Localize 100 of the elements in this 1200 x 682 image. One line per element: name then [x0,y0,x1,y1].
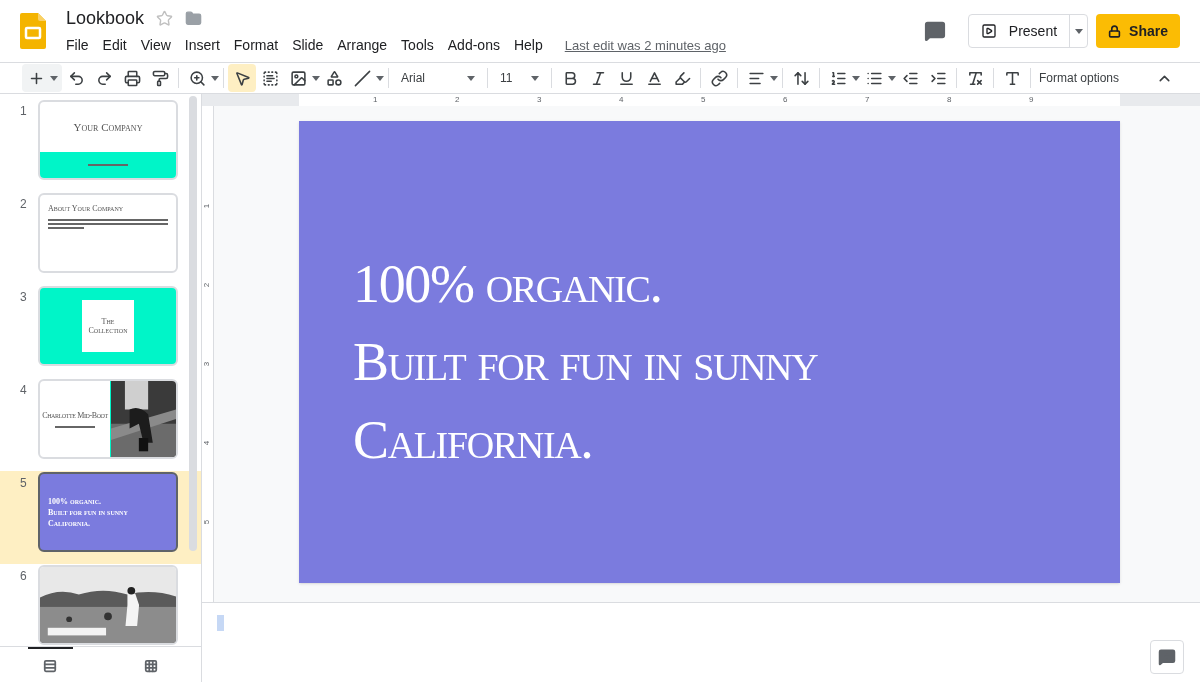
menu-item[interactable]: Format [227,34,285,57]
format-options-button[interactable]: Format options [1035,69,1124,87]
menu-item[interactable]: Arrange [331,34,394,57]
line-icon [353,69,371,87]
slide-text-line: California. [353,409,594,472]
caret-icon[interactable] [376,75,384,81]
slide-thumbnail[interactable]: The Collection [38,286,178,366]
caret-icon[interactable] [211,75,219,81]
slide-title: About Your Company [48,203,125,215]
font-dropdown[interactable]: Arial [393,69,483,87]
filmstrip-icon [43,658,58,673]
slide-title: Charlotte Mid-Boot [42,410,108,422]
text-color-icon [645,69,663,87]
ruler-number: 1 [203,203,212,209]
ruler-number: 3 [537,96,543,104]
ruler-number: 1 [373,96,379,104]
font-size-dropdown[interactable]: 11 [492,69,547,87]
slide-list-item[interactable]: 1 Your Company [0,99,201,192]
slide-number: 2 [20,196,28,213]
slide-text-line: 100% organic. [48,495,102,507]
menu-item[interactable]: Add-ons [441,34,506,57]
notes-field[interactable] [217,615,224,631]
document-title[interactable]: Lookbook [66,5,145,32]
slide-list-item[interactable]: 2 About Your Company [0,192,201,285]
slide-number: 5 [20,475,28,492]
slide-text-line: 100% organic. [353,253,663,316]
caret-icon[interactable] [770,75,778,81]
slide-list-item[interactable]: 5 100% organic. Built for fun in sunny California. [0,471,201,564]
ruler-number: 3 [203,361,212,367]
ruler-number: 5 [701,96,707,104]
paint-format-icon [151,69,169,87]
numbered-list-icon [829,69,847,87]
lock-icon [1108,24,1122,38]
redo-icon [95,69,113,87]
ruler-number: 7 [865,96,871,104]
slide-title: Your Company [73,119,143,135]
zoom-icon [188,69,206,87]
slide-thumbnail[interactable]: Your Company [38,100,178,180]
caret-icon[interactable] [312,75,320,81]
text-lines-icon [88,164,128,166]
ruler-number: 4 [619,96,625,104]
print-icon [123,69,141,87]
slide-list-item[interactable]: 6 [0,564,201,646]
caret-icon[interactable] [852,75,860,81]
slide-text-line: Built for fun in sunny [353,331,819,394]
slide-text-line: California. [48,517,92,529]
folder-icon[interactable] [185,10,203,27]
slide-thumbnail[interactable]: About Your Company [38,193,178,273]
explore-button[interactable] [1150,640,1184,674]
text-box-icon [261,69,279,87]
menu-item[interactable]: File [60,34,95,57]
ruler-number: 9 [1029,96,1035,104]
slide-thumbnail[interactable]: Charlotte Mid-Boot [38,379,178,459]
slide-number: 1 [20,103,28,120]
ruler-number: 8 [947,96,953,104]
slide-number: 6 [20,568,28,585]
comments-icon[interactable] [923,20,946,42]
ruler-number: 4 [203,440,212,446]
highlight-icon [673,69,691,87]
menu-item[interactable]: View [134,34,177,57]
caret-icon[interactable] [888,75,896,81]
caret-icon[interactable] [467,75,475,81]
slide-number: 4 [20,382,28,399]
slide-title: The Collection [87,317,129,335]
undo-icon [67,69,85,87]
menu-item[interactable]: Edit [96,34,133,57]
caret-icon[interactable] [531,75,539,81]
ruler-number: 2 [455,96,461,104]
image-icon [289,69,307,87]
underline-icon [617,69,635,87]
line-spacing-icon [792,69,810,87]
shape-icon [325,69,343,87]
slide-text-line: Built for fun in sunny [48,506,129,518]
present-button[interactable]: Present [968,15,1070,47]
menu-item[interactable]: Insert [178,34,226,57]
ruler-number: 2 [203,282,212,288]
grid-icon [143,658,158,673]
explore-icon [1158,648,1176,666]
slide-list-item[interactable]: 4 Charlotte Mid-Boot [0,378,201,471]
text-lines-icon [55,426,95,428]
slide-canvas[interactable]: 100% organic. Built for fun in sunny California. [299,121,1120,583]
star-icon[interactable] [156,10,174,27]
ruler-number: 6 [783,96,789,104]
clear-formatting-icon [966,69,984,87]
slide-number: 3 [20,289,28,306]
caret-icon[interactable] [1074,28,1083,34]
scrollbar[interactable] [189,96,197,551]
menu-item[interactable]: Help [507,34,549,57]
play-icon [980,23,997,39]
caret-icon[interactable] [50,75,58,81]
last-edit-link[interactable]: Last edit was 2 minutes ago [564,35,726,56]
ruler-number: 5 [203,519,212,525]
link-icon [710,69,728,87]
share-button[interactable]: Share [1096,14,1180,48]
text-style-icon [1003,69,1021,87]
slide-list-item[interactable]: 3 The Collection [0,285,201,378]
select-tool-button[interactable] [228,64,256,92]
menu-item[interactable]: Slide [286,34,330,57]
slide-thumbnail[interactable]: 100% organic. Built for fun in sunny California. [38,472,178,552]
menu-item[interactable]: Tools [395,34,440,57]
